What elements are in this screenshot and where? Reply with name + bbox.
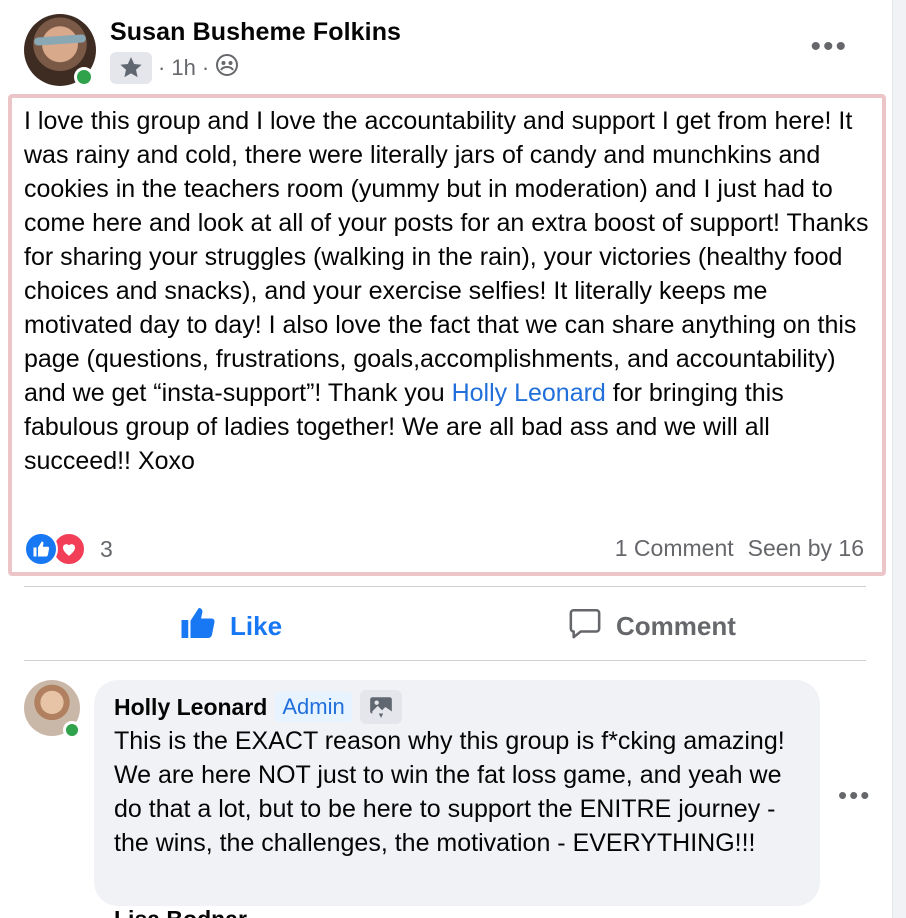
meta-separator: ·: [158, 55, 166, 80]
group-icon: [215, 53, 239, 83]
post-card: Susan Busheme Folkins · 1h · ••• I love …: [0, 0, 893, 918]
post-meta: · 1h ·: [110, 52, 239, 84]
post-author-name[interactable]: Susan Busheme Folkins: [110, 18, 401, 47]
comment-header: Holly Leonard Admin: [114, 690, 402, 724]
admin-badge[interactable]: Admin: [275, 692, 352, 722]
photo-icon[interactable]: [359, 690, 402, 724]
next-commenter-name[interactable]: Lisa Bodnar: [114, 906, 247, 918]
online-status-dot: [74, 67, 94, 87]
reaction-summary[interactable]: 3: [24, 532, 113, 566]
comment-count-link[interactable]: 1 Comment: [615, 535, 734, 562]
comment-button[interactable]: Comment: [568, 604, 736, 648]
more-horizontal-icon[interactable]: •••: [810, 32, 848, 62]
commenter-name[interactable]: Holly Leonard: [114, 694, 267, 721]
more-horizontal-icon[interactable]: •••: [838, 782, 871, 808]
post-timestamp[interactable]: 1h: [171, 55, 195, 81]
meta-separator: ·: [201, 55, 210, 80]
divider: [24, 586, 866, 587]
seen-by-link[interactable]: Seen by 16: [748, 535, 864, 562]
online-status-dot: [63, 721, 81, 739]
post-body-text: I love this group and I love the account…: [24, 107, 869, 407]
post-body: I love this group and I love the account…: [24, 104, 874, 478]
like-button[interactable]: Like: [180, 604, 282, 648]
star-badge-icon[interactable]: [110, 52, 152, 84]
reaction-count: 3: [100, 535, 113, 562]
post-stats: 1 Comment Seen by 16: [615, 535, 864, 562]
comment-text: This is the EXACT reason why this group …: [114, 727, 785, 857]
like-label: Like: [230, 610, 283, 641]
comment-label: Comment: [616, 610, 736, 641]
like-reaction-icon: [24, 532, 58, 566]
thumbs-up-icon: [180, 605, 216, 648]
speech-bubble-icon: [568, 606, 602, 647]
divider: [24, 660, 866, 661]
mention-link[interactable]: Holly Leonard: [452, 379, 606, 407]
